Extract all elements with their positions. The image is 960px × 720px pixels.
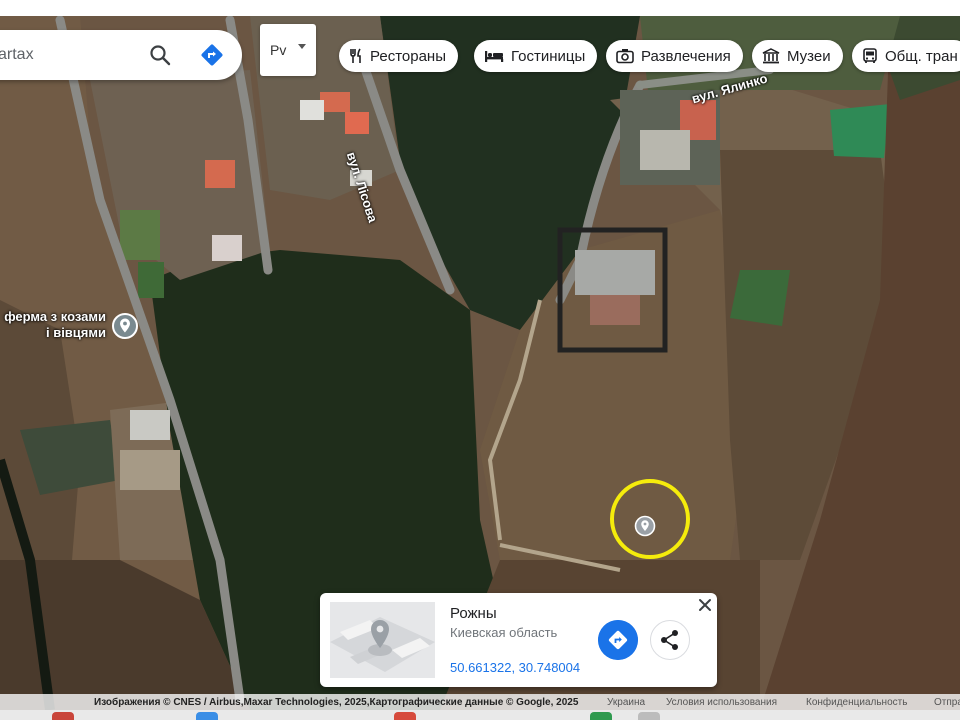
chip-label: Гостиницы [511, 47, 586, 65]
place-thumbnail-image [330, 602, 435, 678]
terms-link[interactable]: Условия использования [666, 697, 777, 708]
poi-label-line1: ферма з козами [4, 309, 106, 324]
taskbar-app-icon[interactable] [590, 712, 612, 720]
chip-label: Музеи [787, 47, 831, 65]
share-button[interactable] [650, 620, 690, 660]
chip-label: Общ. тран [885, 47, 958, 65]
search-input[interactable]: artax [0, 46, 34, 64]
chip-entertainment[interactable]: Развлечения [606, 40, 743, 72]
bed-icon [485, 51, 504, 62]
chip-restaurants[interactable]: Рестораны [339, 40, 458, 72]
poi-label-line2: і вівцями [45, 325, 106, 340]
search-icon[interactable] [148, 43, 172, 67]
search-box[interactable]: artax [0, 30, 242, 80]
layer-switch-button[interactable]: Pv [260, 24, 316, 76]
close-icon[interactable] [697, 597, 713, 613]
chip-museums[interactable]: Музеи [752, 40, 843, 72]
taskbar-app-icon[interactable] [52, 712, 74, 720]
imagery-credit: Изображения © CNES / Airbus,Maxar Techno… [94, 697, 579, 708]
directions-button[interactable] [598, 620, 638, 660]
camera-icon [616, 49, 634, 64]
directions-icon[interactable] [200, 43, 224, 67]
chevron-down-icon [298, 44, 306, 49]
chip-transit[interactable]: Общ. тран [852, 40, 960, 72]
chip-label: Развлечения [641, 47, 731, 65]
place-name: Рожны [450, 605, 497, 622]
museum-icon [762, 48, 780, 64]
place-coordinates[interactable]: 50.661322, 30.748004 [450, 660, 580, 675]
dropped-pin-icon[interactable] [634, 515, 656, 537]
taskbar-app-icon[interactable] [196, 712, 218, 720]
place-thumbnail[interactable] [330, 602, 435, 678]
taskbar-app-icon[interactable] [394, 712, 416, 720]
feedback-link[interactable]: Отпра [934, 697, 960, 708]
layer-button-label: Pv [270, 42, 287, 58]
bus-icon [863, 48, 877, 63]
country-link[interactable]: Украина [607, 697, 645, 708]
chip-hotels[interactable]: Гостиницы [474, 40, 598, 72]
place-info-card[interactable]: Рожны Киевская область 50.661322, 30.748… [320, 593, 717, 687]
privacy-link[interactable]: Конфиденциальность [806, 697, 907, 708]
fork-knife-icon [350, 48, 361, 63]
share-icon [661, 630, 678, 650]
chip-label: Рестораны [370, 47, 446, 65]
top-strip [0, 0, 960, 16]
location-pin-icon[interactable] [111, 312, 139, 340]
place-region: Киевская область [450, 625, 558, 640]
poi-label: ферма з козами і вівцями [0, 309, 106, 341]
taskbar [0, 710, 960, 720]
taskbar-app-icon[interactable] [638, 712, 660, 720]
